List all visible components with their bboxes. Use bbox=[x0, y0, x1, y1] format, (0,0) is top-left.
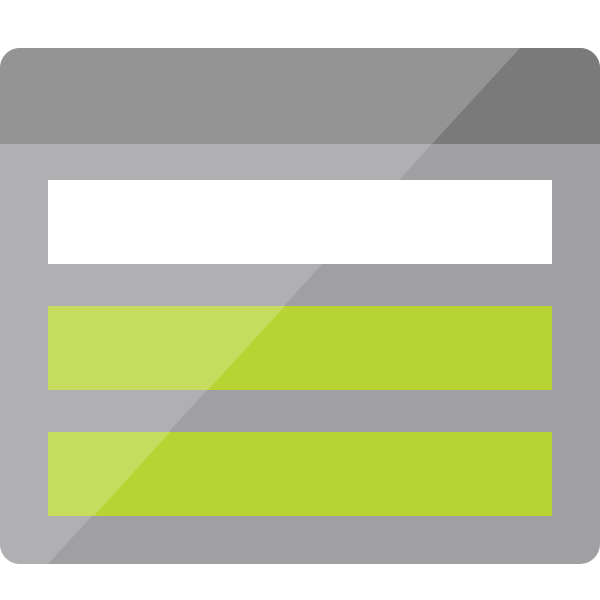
icon-canvas bbox=[0, 0, 600, 600]
storage-table-icon bbox=[0, 48, 600, 564]
table-row-1 bbox=[48, 180, 552, 264]
